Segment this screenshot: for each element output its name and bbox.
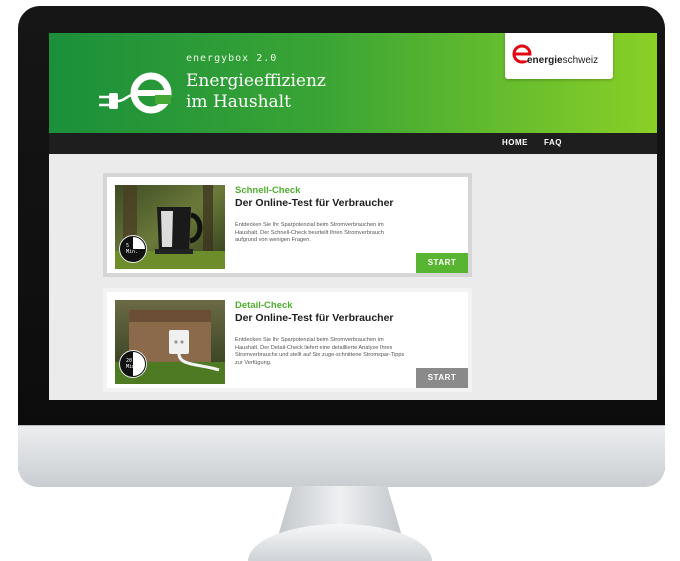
brand-name-bold: energie — [527, 55, 563, 66]
duration-badge: 20 Min. — [119, 350, 147, 378]
header-banner: energybox 2.0 Energieeffizienz im Hausha… — [49, 33, 657, 133]
duration-unit: Min. — [126, 248, 139, 255]
plug-e-icon — [99, 72, 172, 114]
title-line-2: im Haushalt — [186, 92, 291, 112]
start-button[interactable]: START — [416, 368, 468, 388]
kettle-photo-icon: 5 Min. — [115, 185, 225, 269]
monitor-chin — [18, 425, 665, 487]
nav-bar: HOME FAQ — [49, 133, 657, 154]
nav-home-link[interactable]: HOME — [502, 138, 528, 147]
title-line-1: Energieeffizienz — [186, 71, 326, 91]
schnell-check-card: 5 Min. Schnell-Check Der Online-Test für… — [103, 173, 472, 277]
monitor-stand-base — [248, 524, 432, 561]
start-button[interactable]: START — [416, 253, 468, 273]
card-subtitle: Der Online-Test für Verbraucher — [235, 312, 394, 324]
card-description: Entdecken Sie Ihr Sparpotenzial beim Str… — [235, 337, 405, 366]
detail-check-card: 20 Min. Detail-Check Der Online-Test für… — [103, 288, 472, 392]
website-screen: energybox 2.0 Energieeffizienz im Hausha… — [49, 33, 657, 400]
brand-name-regular: schweiz — [562, 55, 599, 66]
brand-name: energieschweiz — [527, 55, 598, 66]
brand-logo-box[interactable]: energieschweiz — [505, 33, 613, 79]
app-name: energybox 2.0 — [186, 53, 278, 64]
card-subtitle: Der Online-Test für Verbraucher — [235, 197, 394, 209]
socket-photo-icon: 20 Min. — [115, 300, 225, 384]
page-title: Energieeffizienz im Haushalt — [186, 71, 326, 113]
duration-unit: Min. — [126, 363, 139, 370]
card-title[interactable]: Schnell-Check — [235, 185, 300, 196]
duration-label: 5 Min. — [126, 243, 139, 255]
card-title[interactable]: Detail-Check — [235, 300, 293, 311]
card-description: Entdecken Sie Ihr Sparpotenzial beim Str… — [235, 222, 384, 244]
duration-badge: 5 Min. — [119, 235, 147, 263]
nav-faq-link[interactable]: FAQ — [544, 138, 562, 147]
duration-label: 20 Min. — [126, 358, 139, 370]
